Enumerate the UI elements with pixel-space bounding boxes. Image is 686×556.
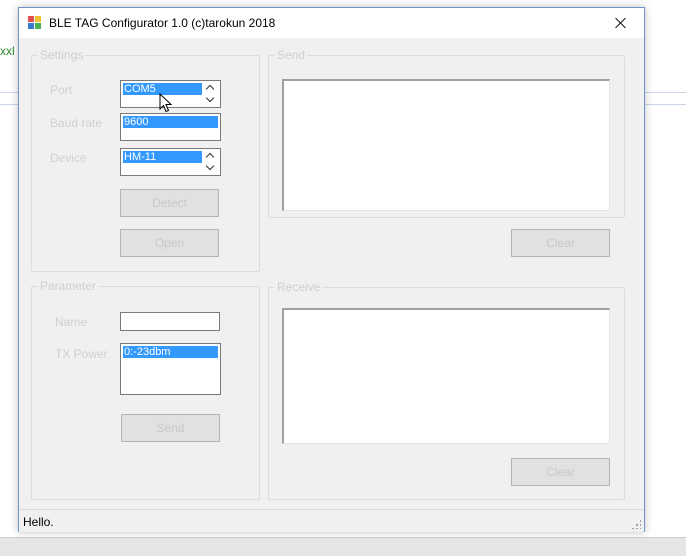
- baud-rate-label: Baud rate: [50, 116, 103, 130]
- port-label: Port: [50, 83, 73, 97]
- device-label: Device: [50, 151, 87, 165]
- send-group-title: Send: [275, 48, 308, 62]
- status-bar: Hello.: [19, 509, 644, 532]
- app-window: BLE TAG Configurator 1.0 (c)tarokun 2018…: [18, 7, 645, 532]
- chevron-up-icon[interactable]: [203, 150, 219, 162]
- settings-group-title: Settings: [38, 48, 86, 62]
- parameter-send-button[interactable]: Send: [121, 414, 220, 442]
- window-title: BLE TAG Configurator 1.0 (c)tarokun 2018: [49, 16, 276, 30]
- background-text-fragment: xxl: [0, 44, 15, 58]
- resize-grip-icon[interactable]: [631, 519, 641, 529]
- tx-power-label: TX Power: [55, 347, 108, 361]
- receive-textarea[interactable]: [282, 308, 610, 444]
- device-value: HM-11: [123, 151, 202, 163]
- send-clear-button[interactable]: Clear: [511, 229, 610, 257]
- mouse-cursor-icon: [159, 93, 173, 113]
- device-spin-buttons[interactable]: [203, 150, 219, 174]
- baud-rate-list[interactable]: 9600: [120, 113, 221, 141]
- port-spin-buttons[interactable]: [203, 82, 219, 106]
- tx-power-value: 0:-23dbm: [123, 346, 218, 358]
- parameter-group-title: Parameter: [38, 279, 99, 293]
- title-bar[interactable]: BLE TAG Configurator 1.0 (c)tarokun 2018: [19, 8, 644, 38]
- detect-button[interactable]: Detect: [120, 189, 219, 217]
- device-spinner[interactable]: HM-11: [120, 148, 221, 176]
- receive-clear-button[interactable]: Clear: [511, 458, 610, 486]
- baud-rate-value: 9600: [123, 116, 218, 128]
- open-button[interactable]: Open: [120, 229, 219, 257]
- app-icon: [28, 16, 42, 30]
- name-label: Name: [55, 315, 88, 329]
- close-icon[interactable]: [598, 8, 644, 38]
- send-textarea[interactable]: [282, 79, 610, 211]
- chevron-up-icon[interactable]: [203, 82, 219, 94]
- status-text: Hello.: [23, 515, 54, 529]
- receive-group-title: Receive: [275, 280, 323, 294]
- chevron-down-icon[interactable]: [203, 94, 219, 106]
- background-taskbar: [0, 537, 686, 556]
- tx-power-list[interactable]: 0:-23dbm: [120, 343, 221, 395]
- chevron-down-icon[interactable]: [203, 162, 219, 174]
- name-input[interactable]: [120, 312, 220, 331]
